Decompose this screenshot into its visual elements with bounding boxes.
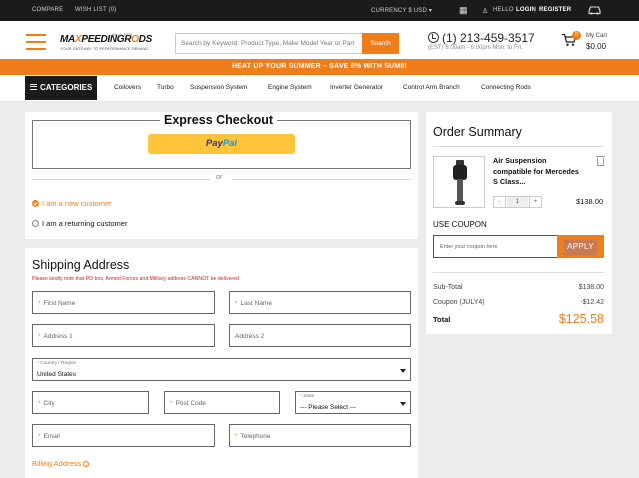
radio-checked-icon (32, 200, 39, 207)
currency-value: $ USD (408, 8, 428, 14)
categories-button[interactable]: CATEGORIES (25, 76, 97, 100)
telephone-field[interactable]: * Telephone (229, 424, 411, 447)
register-link[interactable]: REGISTER (539, 7, 571, 13)
or-divider-text: or (216, 174, 223, 181)
returning-customer-option[interactable]: I am a returning customer (32, 219, 127, 228)
product-image[interactable] (433, 156, 485, 208)
info-icon[interactable]: i (83, 461, 90, 467)
search-button[interactable]: Search (362, 33, 399, 54)
address2-field[interactable]: Address 2 (229, 324, 411, 347)
quantity-stepper: - 1 + (493, 196, 542, 208)
menu-icon[interactable] (26, 34, 46, 50)
quantity-increase-button[interactable]: + (529, 197, 541, 207)
product-price: $138.00 (576, 197, 604, 206)
subtotal-label: Sub-Total (433, 284, 463, 291)
logo-since: Since 2006 (112, 32, 133, 37)
coupon-label: USE COUPON (433, 220, 487, 229)
categories-label: CATEGORIES (40, 83, 93, 92)
business-hours: (EST) 8:00am - 6:00pm Mon. to Fri. (428, 45, 523, 51)
store-icon[interactable]: ▦ (459, 5, 468, 16)
divider-right (232, 179, 411, 180)
first-name-field[interactable]: * First Name (32, 291, 215, 314)
quantity-decrease-button[interactable]: - (494, 197, 506, 207)
phone-icon (428, 32, 439, 43)
product-name[interactable]: Air Suspension compatible for Mercedes S… (493, 156, 583, 188)
summary-divider (433, 272, 604, 273)
radio-unchecked-icon (32, 220, 39, 227)
nav-item-inverter-generator[interactable]: Inverter Generator (330, 84, 383, 91)
chevron-down-icon: ▾ (428, 8, 433, 14)
divider-left (32, 179, 210, 180)
main-nav: CATEGORIES Coilovers Turbo Suspension Sy… (0, 75, 639, 101)
new-customer-option[interactable]: I am a new customer (32, 199, 112, 208)
new-customer-label: I am a new customer (42, 199, 112, 208)
greeting-text: HELLO (493, 7, 514, 13)
city-field[interactable]: * City (32, 391, 149, 414)
top-utility-bar: COMPARE WISH LIST (0) CURRENCY $ USD ▾ ▦… (0, 0, 639, 21)
billing-address-heading: Billing Address i (32, 459, 90, 468)
cart-total[interactable]: $0.00 (586, 42, 606, 51)
total-label: Total (433, 315, 451, 324)
site-header: MAXPEEDINGRODS Since 2006 YOUR GATEWAY T… (0, 21, 639, 59)
postcode-field[interactable]: * Post Code (164, 391, 280, 414)
logo-wordmark: MAXPEEDINGRODS (60, 34, 152, 45)
promo-banner[interactable]: HEAT UP YOUR SUMMER – SAVE 8% WITH SUM8! (0, 59, 639, 75)
logo-tagline: YOUR GATEWAY TO PERFORMANCE DRIVING (60, 46, 149, 51)
user-icon: ♙ (482, 8, 489, 15)
coupon-line-value: -$12.42 (580, 299, 604, 306)
nav-item-control-arm-branch[interactable]: Control Arm Branch (403, 84, 460, 91)
nav-item-suspension-system[interactable]: Suspension System (190, 84, 247, 91)
last-name-field[interactable]: * Last Name (229, 291, 411, 314)
trash-icon[interactable] (596, 156, 605, 166)
shipping-title: Shipping Address (32, 258, 130, 272)
cart-count-badge: 0 (572, 31, 581, 40)
subtotal-value: $138.00 (578, 284, 604, 291)
currency-label: CURRENCY (371, 8, 407, 14)
email-field[interactable]: * Email (32, 424, 215, 447)
cart-label[interactable]: My Cart (586, 33, 607, 39)
car-icon[interactable] (588, 5, 601, 15)
nav-item-turbo[interactable]: Turbo (157, 84, 174, 91)
paypal-button[interactable]: PayPal (148, 134, 295, 154)
wishlist-link[interactable]: WISH LIST (0) (75, 7, 117, 13)
coupon-input[interactable] (434, 236, 556, 257)
returning-customer-label: I am a returning customer (42, 219, 128, 228)
divider: | (534, 7, 536, 13)
compare-link[interactable]: COMPARE (32, 7, 63, 13)
hamburger-icon (30, 84, 37, 90)
nav-item-engine-system[interactable]: Engine System (268, 84, 312, 91)
coupon-line-label: Coupon (JULY4) (433, 299, 485, 306)
state-select[interactable]: * State --- Please Select --- (295, 391, 411, 414)
chevron-down-icon (400, 369, 406, 373)
apply-coupon-button[interactable]: APPLY (557, 235, 604, 258)
summary-divider (433, 146, 604, 147)
search-bar: Search (175, 33, 399, 54)
currency-selector[interactable]: CURRENCY $ USD ▾ (371, 7, 432, 14)
order-summary-title: Order Summary (433, 125, 522, 139)
chevron-down-icon (400, 402, 406, 406)
coupon-form: APPLY (433, 235, 604, 258)
quantity-value[interactable]: 1 (507, 197, 528, 207)
address1-field[interactable]: * Address 1 (32, 324, 215, 347)
total-value: $125.58 (558, 312, 604, 326)
country-select[interactable]: * Country / Region United States (32, 358, 411, 381)
shipping-warning: Please kindly note that PO box, Armed Fo… (32, 276, 239, 282)
nav-item-connecting-rods[interactable]: Connecting Rods (481, 84, 531, 91)
express-checkout-title: Express Checkout (160, 113, 278, 127)
phone-number[interactable]: (1) 213-459-3517 (442, 31, 535, 45)
site-logo[interactable]: MAXPEEDINGRODS Since 2006 YOUR GATEWAY T… (60, 31, 152, 53)
login-link[interactable]: LOGIN (516, 7, 536, 13)
search-input[interactable] (176, 34, 363, 53)
nav-item-coilovers[interactable]: Coilovers (114, 84, 141, 91)
